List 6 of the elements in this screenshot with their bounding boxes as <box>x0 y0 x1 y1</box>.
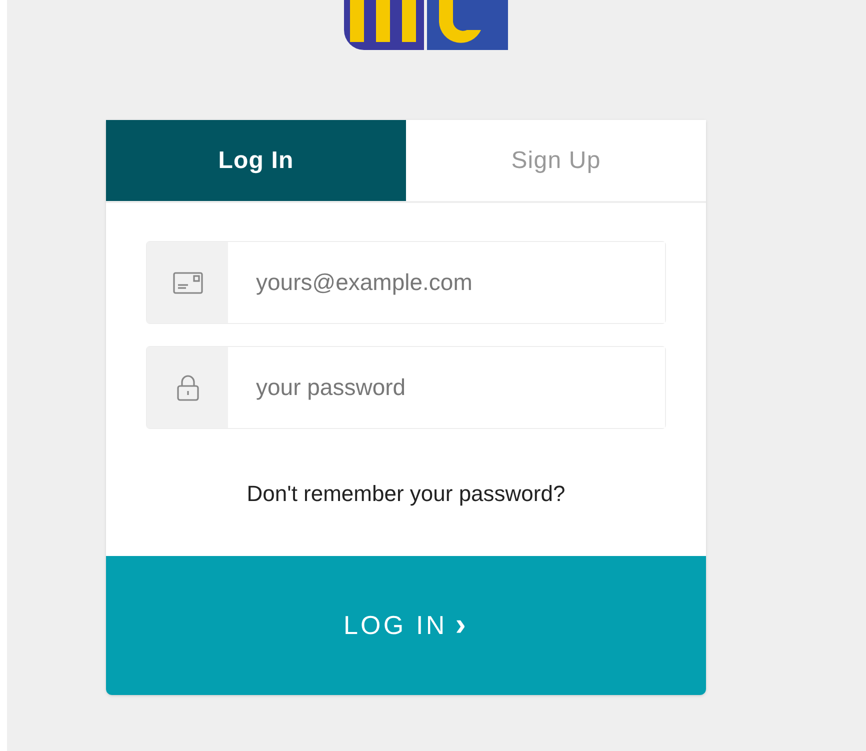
input-field[interactable]: your password <box>146 346 666 429</box>
lock-icon <box>176 374 200 402</box>
forgot-password-link[interactable]: Don't remember your password? <box>246 477 566 510</box>
input-field[interactable]: yours@example.com <box>146 241 666 324</box>
tab[interactable]: Log In <box>106 120 406 201</box>
card-icon <box>172 272 202 294</box>
